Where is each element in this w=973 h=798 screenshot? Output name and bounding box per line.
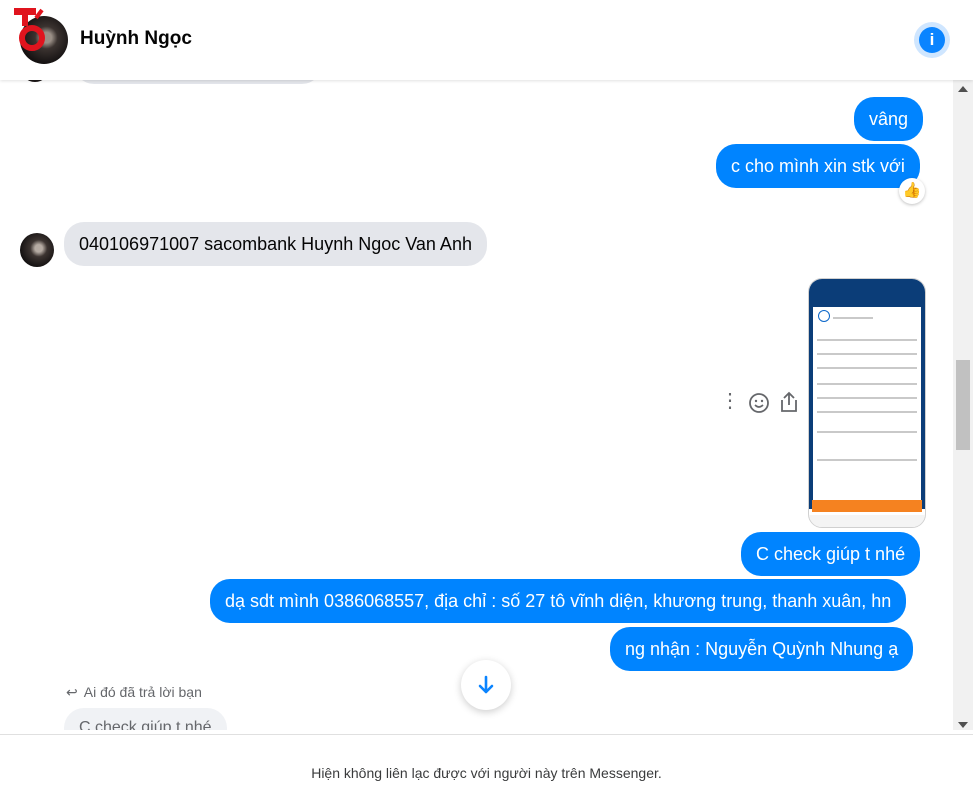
message-outgoing[interactable]: ng nhận : Nguyễn Quỳnh Nhung ạ [610, 627, 914, 671]
contact-name[interactable]: Huỳnh Ngọc [80, 28, 192, 50]
image-topbar [809, 279, 925, 307]
reply-arrow-icon: ↩ [66, 684, 78, 700]
message-outgoing[interactable]: C check giúp t nhé [741, 532, 921, 576]
arrow-down-icon [478, 675, 494, 694]
image-orange-button [812, 500, 922, 512]
more-icon[interactable]: ⋮ [720, 388, 740, 413]
composer-footer: Hiện không liên lạc được với người này t… [0, 734, 973, 798]
message-actions: ⋮ [718, 388, 802, 418]
share-icon[interactable] [778, 390, 800, 414]
reply-indicator: ↩ Ai đó đã trả lời bạn [66, 684, 202, 700]
scroll-up-icon[interactable] [958, 86, 968, 92]
image-receipt-card [814, 307, 920, 497]
info-button[interactable]: i [914, 22, 950, 58]
message-outgoing[interactable]: vâng [854, 97, 924, 141]
contact-avatar[interactable] [20, 233, 54, 267]
shared-image-message[interactable] [808, 278, 926, 528]
thumbs-up-reaction-icon[interactable]: 👍 [899, 178, 925, 204]
emoji-icon[interactable] [748, 392, 770, 414]
scroll-to-bottom-button[interactable] [461, 660, 511, 710]
scrollbar[interactable] [953, 80, 973, 734]
unavailable-notice: Hiện không liên lạc được với người này t… [311, 765, 662, 781]
scrollbar-thumb[interactable] [956, 360, 970, 450]
info-icon: i [919, 27, 945, 53]
check-circle-icon [818, 310, 830, 322]
brand-logo-icon [14, 8, 45, 51]
message-incoming[interactable]: 040106971007 sacombank Huynh Ngoc Van An… [64, 222, 487, 266]
message-outgoing[interactable]: c cho mình xin stk với [716, 144, 920, 188]
scroll-down-icon[interactable] [958, 722, 968, 728]
message-outgoing[interactable]: dạ sdt mình 0386068557, địa chỉ : số 27 … [210, 579, 907, 623]
image-navbar [809, 515, 925, 527]
chat-header: Huỳnh Ngọc i [0, 0, 973, 80]
